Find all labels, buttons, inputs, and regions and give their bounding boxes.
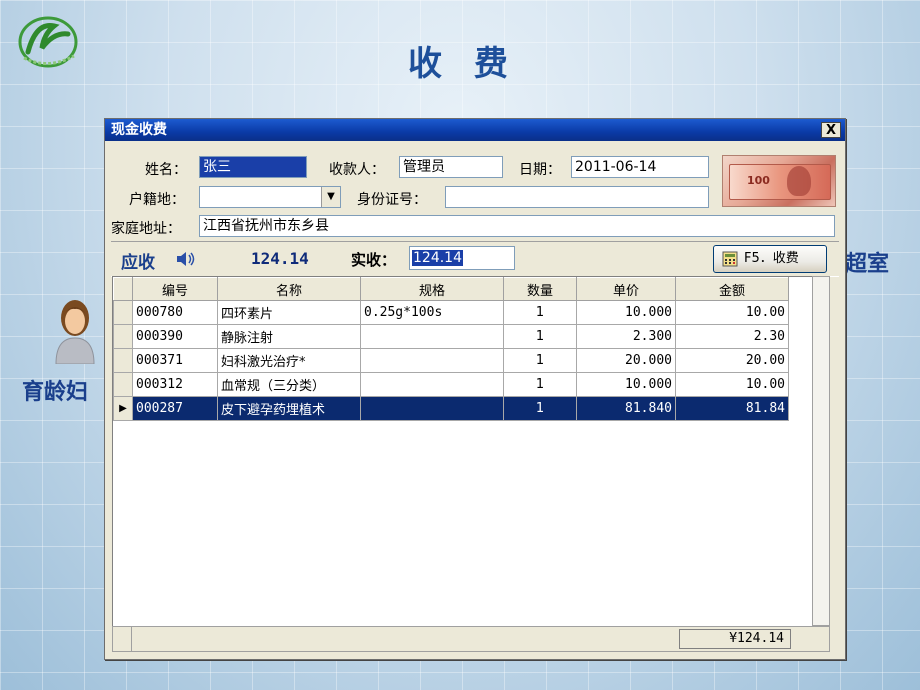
cell-spec[interactable] — [360, 396, 504, 421]
person-icon — [55, 300, 95, 364]
slide-title: 收 费 — [408, 44, 518, 84]
column-header-name[interactable]: 名称 — [217, 277, 361, 301]
side-text-right: 超室 — [845, 252, 890, 277]
received-input[interactable]: 124.14 — [409, 246, 515, 270]
table-row[interactable]: 000390 静脉注射 1 2.300 2.30 — [113, 324, 789, 349]
payment-strip: 应收 124.14 实收： 124.14 F5．收费 — [111, 241, 839, 277]
table-row[interactable]: ▶ 000287 皮下避孕药埋植术 1 81.840 81.84 — [113, 396, 789, 421]
cell-qty[interactable]: 1 — [503, 348, 577, 373]
column-header-qty[interactable]: 数量 — [503, 277, 577, 301]
table-row[interactable]: 000780 四环素片 0.25g*100s 1 10.000 10.00 — [113, 300, 789, 325]
date-label: 日期： — [519, 162, 561, 178]
header-indicator — [113, 277, 133, 301]
address-field[interactable]: 江西省抚州市东乡县 — [199, 215, 835, 237]
cell-code[interactable]: 000780 — [132, 300, 218, 325]
row-indicator[interactable] — [113, 348, 133, 373]
received-label: 实收： — [351, 251, 397, 269]
cell-spec[interactable] — [360, 372, 504, 397]
date-field[interactable]: 2011-06-14 — [571, 156, 709, 178]
cashier-field[interactable]: 管理员 — [399, 156, 503, 178]
cell-qty[interactable]: 1 — [503, 324, 577, 349]
cell-spec[interactable] — [360, 348, 504, 373]
cell-name[interactable]: 四环素片 — [217, 300, 361, 325]
cell-amount[interactable]: 10.00 — [675, 300, 789, 325]
cell-code[interactable]: 000312 — [132, 372, 218, 397]
cell-amount[interactable]: 81.84 — [675, 396, 789, 421]
speaker-icon[interactable] — [175, 250, 197, 268]
cell-amount[interactable]: 20.00 — [675, 348, 789, 373]
footer-indicator — [113, 627, 132, 651]
cell-code[interactable]: 000371 — [132, 348, 218, 373]
pay-button[interactable]: F5．收费 — [713, 245, 827, 273]
huji-select[interactable]: ▼ — [199, 186, 341, 208]
calculator-icon — [722, 251, 738, 267]
idcard-field[interactable] — [445, 186, 709, 208]
banknote-portrait — [787, 166, 811, 196]
cell-name[interactable]: 皮下避孕药埋植术 — [217, 396, 361, 421]
cell-qty[interactable]: 1 — [503, 300, 577, 325]
banknote-image: 100 — [722, 155, 836, 207]
banknote-value: 100 — [747, 174, 770, 187]
column-header-code[interactable]: 编号 — [132, 277, 218, 301]
table-row[interactable]: 000312 血常规（三分类） 1 10.000 10.00 — [113, 372, 789, 397]
side-text-left: 育龄妇 — [22, 380, 89, 405]
cell-qty[interactable]: 1 — [503, 372, 577, 397]
cell-price[interactable]: 10.000 — [576, 300, 676, 325]
logo-icon — [18, 16, 78, 68]
cell-price[interactable]: 20.000 — [576, 348, 676, 373]
name-label: 姓名： — [145, 162, 187, 178]
cell-name[interactable]: 妇科激光治疗* — [217, 348, 361, 373]
cell-price[interactable]: 2.300 — [576, 324, 676, 349]
cell-amount[interactable]: 10.00 — [675, 372, 789, 397]
dialog-title: 现金收费 — [111, 122, 167, 138]
cell-qty[interactable]: 1 — [503, 396, 577, 421]
receivable-label: 应收 — [121, 253, 155, 273]
cell-price[interactable]: 81.840 — [576, 396, 676, 421]
dialog-titlebar[interactable]: 现金收费 X — [105, 119, 845, 141]
cell-name[interactable]: 静脉注射 — [217, 324, 361, 349]
cell-price[interactable]: 10.000 — [576, 372, 676, 397]
cell-spec[interactable]: 0.25g*100s — [360, 300, 504, 325]
header-row: 编号 名称 规格 数量 单价 金额 — [113, 277, 789, 301]
row-indicator[interactable] — [113, 300, 133, 325]
huji-label: 户籍地： — [129, 192, 185, 208]
name-field[interactable]: 张三 — [199, 156, 307, 178]
row-indicator[interactable] — [113, 324, 133, 349]
cashier-label: 收款人： — [329, 162, 385, 178]
cash-payment-dialog: 现金收费 X 姓名： 张三 收款人： 管理员 日期： 2011-06-14 10… — [104, 118, 846, 660]
cell-name[interactable]: 血常规（三分类） — [217, 372, 361, 397]
row-indicator[interactable] — [113, 372, 133, 397]
idcard-label: 身份证号： — [357, 192, 427, 208]
cell-spec[interactable] — [360, 324, 504, 349]
table-row[interactable]: 000371 妇科激光治疗* 1 20.000 20.00 — [113, 348, 789, 373]
receivable-amount: 124.14 — [251, 249, 309, 268]
pay-button-label: F5．收费 — [744, 251, 799, 266]
column-header-spec[interactable]: 规格 — [360, 277, 504, 301]
items-table: 编号 名称 规格 数量 单价 金额 000780 四环素片 0.25g*100s 1 1… — [113, 277, 789, 421]
chevron-down-icon[interactable]: ▼ — [321, 187, 340, 207]
vertical-scrollbar[interactable] — [812, 276, 830, 626]
received-value: 124.14 — [412, 250, 463, 266]
total-amount: ¥124.14 — [679, 629, 791, 649]
cell-code[interactable]: 000287 — [132, 396, 218, 421]
items-grid: 编号 名称 规格 数量 单价 金额 000780 四环素片 0.25g*100s 1 1… — [112, 276, 814, 628]
footer-bar: ¥124.14 — [112, 626, 830, 652]
column-header-amount[interactable]: 金额 — [675, 277, 789, 301]
cell-amount[interactable]: 2.30 — [675, 324, 789, 349]
close-button[interactable]: X — [821, 122, 841, 138]
table-body: 000780 四环素片 0.25g*100s 1 10.000 10.00 000390 静脉… — [113, 300, 789, 421]
address-label: 家庭地址： — [111, 221, 181, 237]
banknote-body — [729, 164, 831, 200]
row-indicator[interactable]: ▶ — [113, 396, 133, 421]
cell-code[interactable]: 000390 — [132, 324, 218, 349]
column-header-price[interactable]: 单价 — [576, 277, 676, 301]
